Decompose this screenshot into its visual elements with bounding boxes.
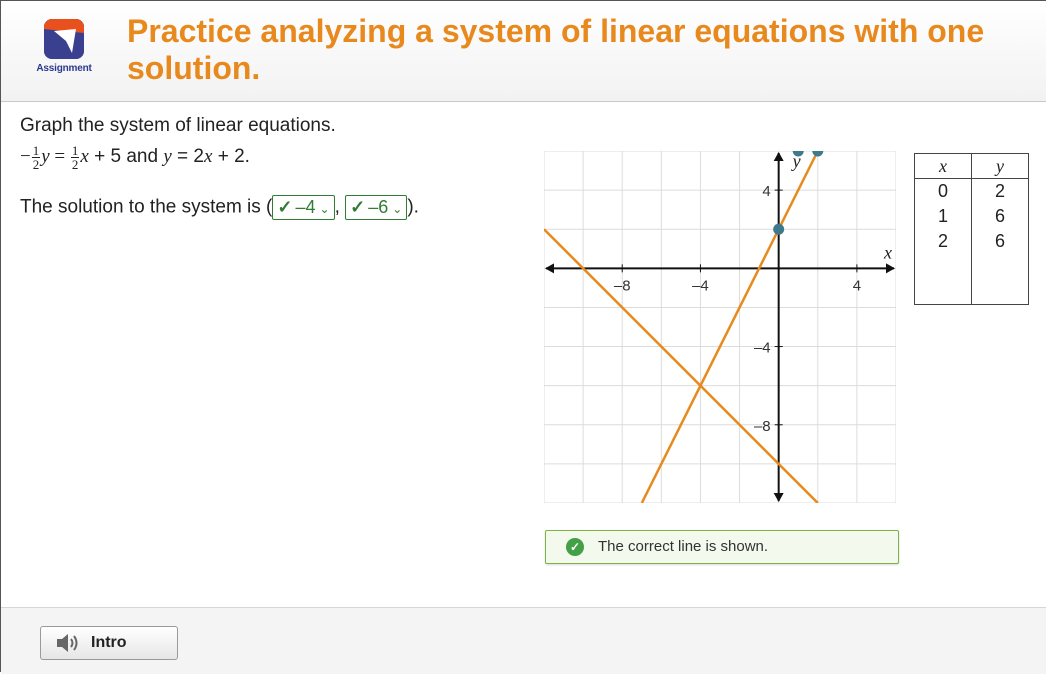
chevron-down-icon: ⌄ [392, 202, 403, 216]
equation-system: −1 2 y = 12x + 5 and y = 2x + 2. [20, 144, 250, 171]
check-icon: ✓ [277, 197, 293, 217]
table-row: 1 6 [914, 204, 1029, 229]
eq-equals: = [49, 145, 70, 167]
table-cell[interactable]: 1 [914, 204, 972, 229]
eq2-y: y [163, 145, 172, 167]
feedback-banner: ✓ The correct line is shown. [545, 530, 899, 564]
intro-button[interactable]: Intro [40, 626, 178, 660]
table-cell[interactable]: 6 [971, 229, 1029, 254]
table-row-empty [914, 254, 1029, 305]
x-tick-label: 4 [853, 277, 861, 294]
assignment-logo: Assignment [33, 19, 95, 74]
check-icon: ✓ [350, 197, 366, 217]
y-tick-label: –4 [754, 340, 771, 357]
table-cell[interactable]: 0 [914, 178, 972, 204]
x-tick-label: –4 [692, 277, 709, 294]
table-header-y: y [971, 153, 1029, 179]
logo-caption: Assignment [36, 63, 92, 74]
xy-table: x y 0 2 1 6 2 6 [914, 153, 1029, 305]
answer-y-dropdown[interactable]: ✓ –6 ⌄ [345, 195, 408, 220]
table-header-x: x [914, 153, 972, 179]
eq2-rest: = 2 [171, 145, 204, 167]
eq-y: y [41, 145, 50, 167]
solution-sentence: The solution to the system is (✓ –4 ⌄, ✓ –6… [20, 195, 419, 220]
fraction-numerator-2: 1 [70, 143, 80, 158]
header: Assignment Practice analyzing a system o… [1, 1, 1046, 102]
eq-x: x [80, 145, 89, 167]
graph-canvas[interactable]: –8 –4 44–4–8xy [543, 145, 897, 504]
fraction-denominator: 2 [32, 157, 40, 172]
y-tick-label: –8 [754, 418, 771, 435]
eq-plus5: + 5 [88, 145, 122, 167]
feedback-text: The correct line is shown. [598, 538, 769, 555]
check-circle-icon: ✓ [566, 538, 584, 556]
fraction-numerator: 1 [31, 143, 41, 158]
table-cell-empty[interactable] [971, 254, 1029, 305]
table-row: 2 6 [914, 229, 1029, 254]
eq-neg: − [20, 145, 31, 167]
table-cell[interactable]: 6 [971, 204, 1029, 229]
chevron-down-icon: ⌄ [319, 202, 330, 216]
fraction-one-half: 12 [31, 143, 41, 172]
speaker-icon [55, 632, 81, 659]
footer-bar: Intro [1, 607, 1046, 674]
answer-x-dropdown[interactable]: ✓ –4 ⌄ [272, 195, 335, 220]
fraction-denominator-2: 2 [71, 157, 79, 172]
x-tick-label: –8 [614, 277, 631, 294]
table-cell-empty[interactable] [914, 254, 972, 305]
graph-point [773, 223, 785, 235]
answer-x-value: –4 [295, 197, 316, 217]
logo-icon [44, 19, 84, 59]
table-row: 0 2 [914, 178, 1029, 204]
graph-background [543, 150, 897, 504]
intro-label: Intro [91, 634, 127, 651]
eq-and: and [121, 145, 164, 167]
coordinate-graph[interactable]: –8 –4 4 4 –4 –8 x y [543, 145, 897, 508]
eq2-plus2: + 2. [212, 145, 250, 167]
question-instruction: Graph the system of linear equations. [20, 115, 336, 136]
solution-comma: , [334, 196, 340, 218]
table-cell[interactable]: 2 [971, 178, 1029, 204]
solution-prefix: The solution to the system is ( [20, 196, 273, 218]
page-title: Practice analyzing a system of linear eq… [127, 13, 985, 86]
y-tick-label: 4 [762, 183, 770, 200]
x-axis-label: x [883, 242, 892, 262]
table-cell[interactable]: 2 [914, 229, 972, 254]
answer-y-value: –6 [368, 197, 389, 217]
fraction-one-half-2: 12 [70, 143, 80, 172]
solution-suffix: ). [407, 196, 419, 218]
